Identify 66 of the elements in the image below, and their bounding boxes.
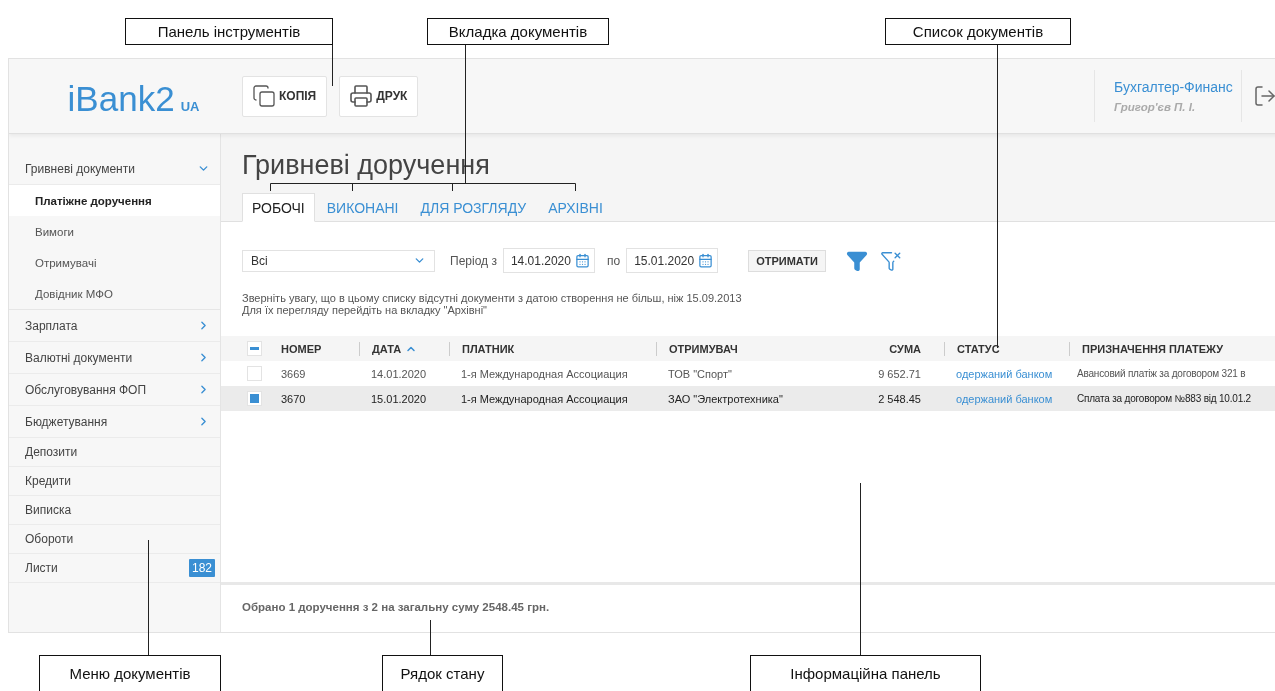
column-header[interactable]: НОМЕР	[281, 341, 359, 356]
table-cell-text: 1-я Международная Ассоциация	[460, 367, 629, 380]
table-cell-text: 1-я Международная Ассоциация	[460, 392, 629, 405]
sidebar-group[interactable]: Обслуговування ФОП	[9, 374, 220, 406]
checkbox[interactable]	[247, 366, 262, 381]
sidebar-group[interactable]: Зарплата	[9, 310, 220, 342]
print-button[interactable]: ДРУК	[339, 75, 419, 117]
date-field[interactable]: 15.01.2020	[626, 248, 719, 273]
date-field[interactable]: 14.01.2020	[502, 248, 595, 273]
status-link[interactable]: одержаний банком	[944, 367, 1069, 380]
logo-text: iBank2	[67, 79, 175, 119]
period-label: Період з	[450, 253, 497, 268]
table-cell-text: ЗАО "Электротехника"	[667, 392, 784, 405]
get-button[interactable]: ОТРИМАТИ	[748, 249, 826, 272]
table-cell-text: 9 652.71	[877, 367, 922, 380]
callout-label: Меню документів	[39, 655, 221, 691]
table-cell-text: Авансовий платіж за договором 321 в	[1076, 368, 1247, 379]
callout-label: Інформаційна панель	[750, 655, 981, 691]
column-header[interactable]: ПЛАТНИК	[449, 341, 656, 356]
leader-line	[430, 619, 431, 656]
sidebar-item[interactable]: Обороти	[25, 532, 74, 546]
sidebar-item[interactable]: Депозити	[25, 445, 78, 459]
column-header[interactable]: ДАТА	[359, 341, 449, 356]
column-header[interactable]: СТАТУС	[944, 341, 1069, 356]
table-cell-text: 15.01.2020	[370, 392, 428, 405]
tab[interactable]: РОБОЧІ	[242, 193, 315, 222]
column-header[interactable]: ОТРИМУВАЧ	[656, 341, 811, 356]
copy-button[interactable]: КОПІЯ	[242, 75, 328, 117]
sidebar-item[interactable]: Листи	[25, 561, 58, 575]
table-cell-text: 2 548.45	[877, 392, 922, 405]
type-select[interactable]: Всі	[242, 249, 435, 272]
filter-icon[interactable]	[845, 249, 868, 272]
table-cell-text: Сплата за договором №883 від 10.01.2	[1076, 393, 1252, 404]
copy-icon	[252, 84, 276, 108]
table-cell-text: 3670	[281, 392, 307, 405]
sidebar-item[interactable]: Довідник МФО	[9, 278, 220, 309]
callout-label: Список документів	[885, 18, 1071, 45]
sidebar-item[interactable]: Отримувачі	[9, 247, 220, 278]
logo-suffix: UA	[180, 99, 200, 114]
callout-label: Рядок стану	[382, 655, 503, 691]
column-header[interactable]: СУМА	[811, 341, 944, 356]
sidebar-item[interactable]: Кредити	[25, 474, 71, 488]
notice-text: Зверніть увагу, що в цьому списку відсутні документи з датою створення не більш, ніж 15.09.2013 Для їх перегляду перейдіть на вкладку "Архівні"	[242, 292, 743, 316]
table-cell-text: 14.01.2020	[370, 367, 428, 380]
count-badge: 182	[188, 559, 215, 577]
logout-icon[interactable]	[1253, 84, 1275, 108]
printer-icon	[349, 84, 374, 108]
table-row[interactable]: 3670 15.01.2020 1-я Международная Ассоциация ЗАО "Электротехника" 2 548.45 одержаний банком Сплата за договором №883 від 10.01.2	[221, 386, 1275, 411]
checkbox[interactable]	[247, 391, 262, 406]
status-bar: Обрано 1 доручення з 2 на загальну суму 2548.45 грн.	[221, 582, 1275, 632]
calendar-icon[interactable]	[574, 253, 590, 268]
table-cell-text: ТОВ "Спорт"	[667, 367, 733, 380]
sidebar-group[interactable]: Бюджетування	[9, 406, 220, 438]
callout-label: Вкладка документів	[427, 18, 609, 45]
sidebar-group[interactable]: Валютні документи	[9, 342, 220, 374]
calendar-icon[interactable]	[698, 253, 714, 268]
user-name: Григор'єв П. І.	[1114, 101, 1197, 113]
sidebar-item[interactable]: Вимоги	[9, 216, 220, 247]
checkbox[interactable]	[247, 341, 262, 356]
sidebar-item[interactable]: Виписка	[25, 503, 72, 517]
clear-filter-icon[interactable]	[879, 249, 902, 272]
column-header[interactable]: ПРИЗНАЧЕННЯ ПЛАТЕЖУ	[1069, 341, 1275, 356]
callout-label: Панель інструментів	[125, 18, 333, 45]
sidebar-item[interactable]: Платіжне доручення	[9, 185, 220, 216]
to-label: по	[606, 253, 621, 268]
table-cell-text: 3669	[281, 367, 307, 380]
